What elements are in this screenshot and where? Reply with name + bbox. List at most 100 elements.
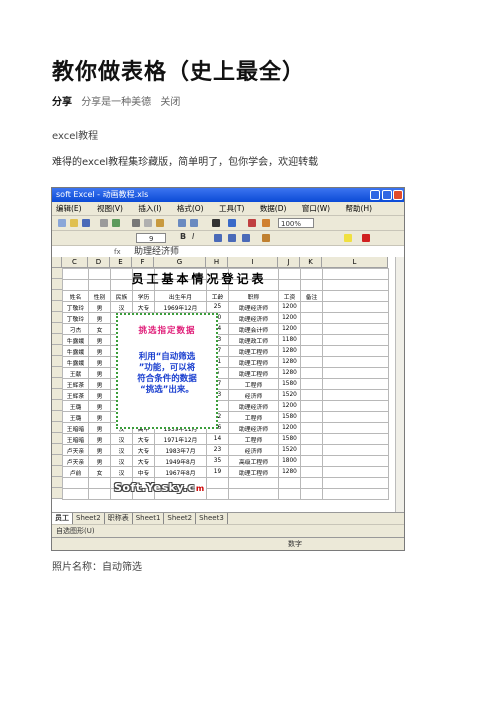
table-cell[interactable] — [300, 444, 323, 456]
table-cell[interactable]: 牛露娥 — [62, 334, 89, 346]
table-cell[interactable]: 1580 — [278, 411, 301, 423]
row-header[interactable] — [52, 312, 62, 323]
table-cell[interactable]: 男 — [88, 356, 111, 368]
table-cell[interactable]: 经济师 — [228, 444, 279, 456]
table-cell[interactable] — [322, 279, 389, 291]
column-header[interactable]: L — [322, 257, 388, 268]
table-cell[interactable] — [322, 477, 389, 489]
table-cell[interactable]: 助理工程师 — [228, 367, 279, 379]
table-cell[interactable] — [62, 488, 89, 500]
row-header[interactable] — [52, 488, 62, 499]
table-cell[interactable] — [322, 455, 389, 467]
table-cell[interactable] — [278, 488, 301, 500]
table-cell[interactable]: 大专 — [132, 433, 155, 445]
table-cell[interactable]: 1800 — [278, 455, 301, 467]
table-cell[interactable] — [322, 268, 389, 280]
table-cell[interactable]: 女 — [88, 323, 111, 335]
table-cell[interactable]: 工程师 — [228, 433, 279, 445]
table-cell[interactable]: 1280 — [278, 367, 301, 379]
table-cell[interactable]: 1200 — [278, 301, 301, 313]
table-cell[interactable]: 卢天亲 — [62, 455, 89, 467]
table-cell[interactable]: 工程师 — [228, 378, 279, 390]
table-cell[interactable]: 姓名 — [62, 290, 89, 302]
column-header[interactable]: F — [132, 257, 154, 268]
row-header[interactable] — [52, 323, 62, 334]
row-header[interactable] — [52, 455, 62, 466]
table-cell[interactable]: 1949年8月 — [154, 455, 207, 467]
table-cell[interactable]: 工龄 — [206, 290, 229, 302]
table-cell[interactable]: 汉 — [110, 455, 133, 467]
table-cell[interactable]: 刁杰 — [62, 323, 89, 335]
table-cell[interactable] — [322, 301, 389, 313]
table-cell[interactable] — [88, 488, 111, 500]
vertical-scrollbar[interactable] — [395, 257, 404, 512]
table-cell[interactable] — [300, 389, 323, 401]
table-cell[interactable]: 1520 — [278, 444, 301, 456]
table-cell[interactable]: 助理政工师 — [228, 334, 279, 346]
table-cell[interactable]: 1280 — [278, 356, 301, 368]
table-cell[interactable]: 汉 — [110, 301, 133, 313]
table-cell[interactable] — [322, 433, 389, 445]
table-cell[interactable]: 男 — [88, 400, 111, 412]
table-cell[interactable]: 牛露娥 — [62, 356, 89, 368]
table-cell[interactable] — [300, 356, 323, 368]
table-cell[interactable]: 男 — [88, 389, 111, 401]
column-header[interactable]: D — [88, 257, 110, 268]
table-cell[interactable]: 王璐 — [62, 400, 89, 412]
table-cell[interactable]: 高级工程师 — [228, 455, 279, 467]
table-cell[interactable]: 王暗暗 — [62, 422, 89, 434]
row-header[interactable] — [52, 367, 62, 378]
table-cell[interactable] — [300, 466, 323, 478]
table-cell[interactable]: 大专 — [132, 444, 155, 456]
table-cell[interactable]: 1969年12月 — [154, 301, 207, 313]
close-link[interactable]: 关闭 — [160, 97, 180, 108]
table-cell[interactable]: 大专 — [132, 301, 155, 313]
table-cell[interactable] — [322, 334, 389, 346]
table-cell[interactable]: 14 — [206, 433, 229, 445]
table-cell[interactable]: 男 — [88, 444, 111, 456]
table-cell[interactable]: 民族 — [110, 290, 133, 302]
table-cell[interactable]: 1200 — [278, 312, 301, 324]
table-cell[interactable]: 丁敬玲 — [62, 312, 89, 324]
table-cell[interactable] — [322, 345, 389, 357]
row-header[interactable] — [52, 444, 62, 455]
table-cell[interactable]: 助理工程师 — [228, 356, 279, 368]
table-cell[interactable] — [300, 378, 323, 390]
row-header[interactable] — [52, 268, 62, 279]
table-cell[interactable]: 35 — [206, 455, 229, 467]
table-cell[interactable] — [322, 378, 389, 390]
table-cell[interactable]: 1967年8月 — [154, 466, 207, 478]
table-cell[interactable] — [300, 422, 323, 434]
row-header[interactable] — [52, 477, 62, 488]
table-cell[interactable]: 男 — [88, 455, 111, 467]
column-header[interactable]: I — [228, 257, 278, 268]
table-cell[interactable] — [228, 488, 279, 500]
table-cell[interactable] — [322, 411, 389, 423]
table-cell[interactable] — [322, 312, 389, 324]
table-cell[interactable] — [322, 356, 389, 368]
autoshape-menu[interactable]: 自选图形(U) — [56, 527, 95, 535]
table-cell[interactable]: 男 — [88, 345, 111, 357]
table-cell[interactable]: 王辉茶 — [62, 389, 89, 401]
table-cell[interactable]: 1180 — [278, 334, 301, 346]
table-cell[interactable]: 王璐 — [62, 411, 89, 423]
table-cell[interactable] — [228, 477, 279, 489]
column-header[interactable]: J — [278, 257, 300, 268]
row-header[interactable] — [52, 400, 62, 411]
table-cell[interactable] — [62, 279, 89, 291]
table-cell[interactable] — [300, 367, 323, 379]
table-cell[interactable] — [300, 301, 323, 313]
table-cell[interactable] — [300, 312, 323, 324]
table-cell[interactable]: 1280 — [278, 345, 301, 357]
column-header[interactable]: C — [62, 257, 88, 268]
table-cell[interactable]: 1280 — [278, 466, 301, 478]
table-cell[interactable]: 男 — [88, 433, 111, 445]
table-cell[interactable] — [206, 488, 229, 500]
table-cell[interactable] — [62, 268, 89, 280]
tab-sheet2b[interactable]: Sheet2 — [164, 513, 197, 524]
table-cell[interactable]: 工程师 — [228, 411, 279, 423]
tab-title-table[interactable]: 职称表 — [105, 513, 133, 524]
row-header[interactable] — [52, 378, 62, 389]
table-cell[interactable]: 男 — [88, 367, 111, 379]
tab-employee[interactable]: 员工 — [52, 513, 73, 524]
